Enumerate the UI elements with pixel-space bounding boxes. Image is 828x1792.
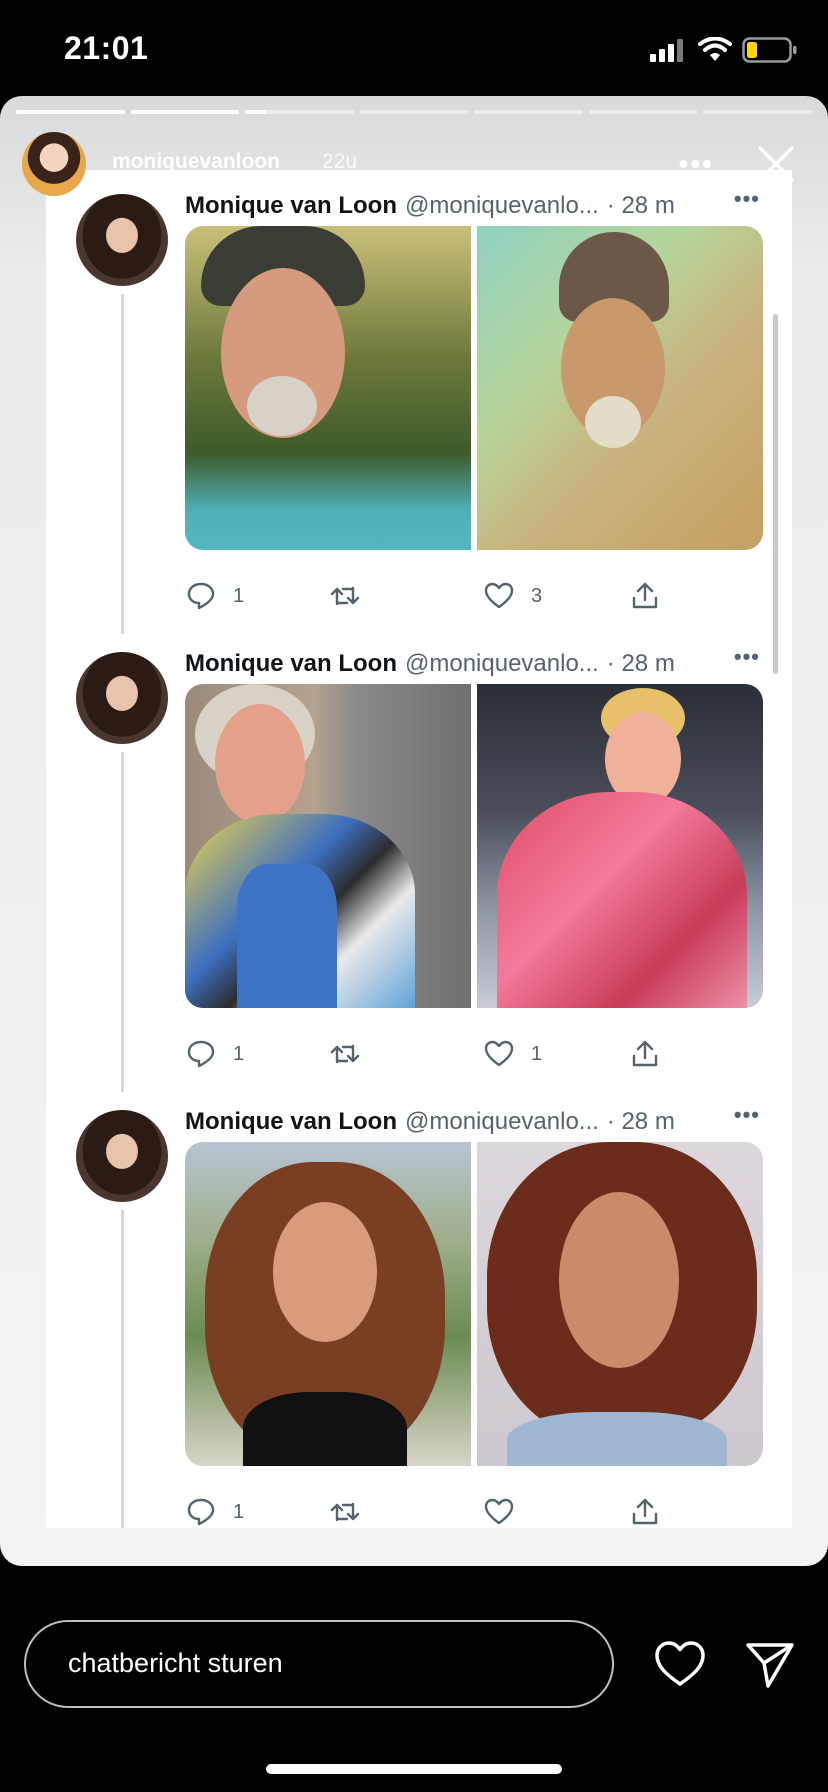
like-action[interactable]: 3 bbox=[483, 580, 542, 612]
reply-action[interactable]: 1 bbox=[185, 1496, 244, 1528]
tweet-author-name: Monique van Loon bbox=[185, 650, 397, 677]
tweet: Monique van Loon @moniquevanlo... · 28 m… bbox=[46, 1086, 792, 1544]
retweet-action[interactable] bbox=[329, 580, 377, 612]
story-progress-segment bbox=[16, 110, 125, 114]
reply-icon bbox=[187, 1040, 215, 1068]
more-options-icon: ••• bbox=[733, 644, 760, 669]
story-more-icon[interactable]: ••• bbox=[679, 148, 714, 180]
reply-action[interactable]: 1 bbox=[185, 580, 244, 612]
story-viewer[interactable]: Monique van Loon @moniquevanlo... · 28 m… bbox=[0, 96, 828, 1566]
story-header: moniquevanloon 22u ••• bbox=[22, 132, 806, 202]
story-progress-segment bbox=[245, 110, 354, 114]
retweet-action[interactable] bbox=[329, 1038, 377, 1070]
reply-count: 1 bbox=[233, 1500, 245, 1523]
tweet-media bbox=[185, 226, 763, 550]
tweet-photo bbox=[477, 1142, 763, 1466]
message-input-placeholder: chatbericht sturen bbox=[68, 1648, 283, 1678]
heart-icon bbox=[484, 1498, 514, 1525]
thread-line bbox=[121, 1210, 124, 1528]
share-icon bbox=[632, 1498, 658, 1525]
tweet-media bbox=[185, 684, 763, 1008]
story-progress-segment bbox=[703, 110, 813, 114]
retweet-icon bbox=[330, 1502, 360, 1522]
story-progress-segment bbox=[130, 110, 240, 114]
tweet-header: Monique van Loon @moniquevanlo... · 28 m bbox=[185, 650, 675, 678]
status-icons bbox=[648, 36, 798, 64]
tweet-photo bbox=[477, 226, 763, 550]
more-options-icon: ••• bbox=[733, 1102, 760, 1127]
reply-count: 1 bbox=[233, 1042, 245, 1065]
story-progress-fill bbox=[16, 110, 125, 114]
tweet-time: · 28 m bbox=[606, 650, 675, 677]
story-progress-segment bbox=[359, 110, 469, 114]
heart-icon bbox=[484, 582, 514, 609]
like-count: 3 bbox=[531, 584, 543, 607]
heart-icon bbox=[484, 1040, 514, 1067]
wifi-icon bbox=[698, 37, 732, 61]
story-progress-segment bbox=[474, 110, 583, 114]
tweet-media bbox=[185, 1142, 763, 1466]
share-icon bbox=[632, 582, 658, 609]
reply-count: 1 bbox=[233, 584, 245, 607]
tweet-photo bbox=[185, 226, 471, 550]
story-username[interactable]: moniquevanloon bbox=[112, 150, 280, 174]
tweet-photo bbox=[185, 684, 471, 1008]
tweet-actions: 1 bbox=[185, 1496, 763, 1532]
story-progress bbox=[16, 110, 813, 114]
tweet-photo bbox=[185, 1142, 471, 1466]
tweet-avatar bbox=[76, 194, 168, 286]
tweet-screenshot: Monique van Loon @moniquevanlo... · 28 m… bbox=[46, 170, 792, 1528]
share-action[interactable] bbox=[629, 1496, 661, 1528]
tweet-time: · 28 m bbox=[606, 1108, 675, 1135]
tweet-header: Monique van Loon @moniquevanlo... · 28 m bbox=[185, 1108, 675, 1136]
tweet-author-handle: @moniquevanlo... bbox=[404, 650, 599, 677]
like-count: 1 bbox=[531, 1042, 543, 1065]
send-icon[interactable] bbox=[742, 1636, 798, 1692]
retweet-action[interactable] bbox=[329, 1496, 377, 1528]
battery-icon bbox=[742, 37, 797, 63]
tweet: Monique van Loon @moniquevanlo... · 28 m… bbox=[46, 628, 792, 1092]
tweet-actions: 1 1 bbox=[185, 1038, 763, 1074]
tweet-avatar bbox=[76, 1110, 168, 1202]
tweet-actions: 1 3 bbox=[185, 580, 763, 616]
share-action[interactable] bbox=[629, 1038, 661, 1070]
thread-line bbox=[121, 752, 124, 1092]
tweet-author-name: Monique van Loon bbox=[185, 1108, 397, 1135]
retweet-icon bbox=[330, 1044, 360, 1064]
like-action[interactable] bbox=[483, 1496, 531, 1528]
tweet-author-handle: @moniquevanlo... bbox=[404, 1108, 599, 1135]
story-progress-fill bbox=[245, 110, 267, 114]
tweet-photo bbox=[477, 684, 763, 1008]
close-icon[interactable] bbox=[754, 142, 798, 186]
thread-line bbox=[121, 294, 124, 634]
story-time-ago: 22u bbox=[322, 150, 358, 173]
reply-action[interactable]: 1 bbox=[185, 1038, 244, 1070]
like-story-heart-icon[interactable] bbox=[652, 1636, 708, 1692]
signal-icon bbox=[650, 39, 683, 62]
share-action[interactable] bbox=[629, 580, 661, 612]
tweet-avatar bbox=[76, 652, 168, 744]
retweet-icon bbox=[330, 586, 360, 606]
share-icon bbox=[632, 1040, 658, 1067]
story-avatar[interactable] bbox=[22, 132, 86, 196]
story-progress-segment bbox=[588, 110, 698, 114]
reply-icon bbox=[187, 1498, 215, 1526]
tweet: Monique van Loon @moniquevanlo... · 28 m… bbox=[46, 170, 792, 634]
home-indicator[interactable] bbox=[266, 1764, 562, 1774]
story-progress-fill bbox=[130, 110, 240, 114]
status-bar: 21:01 bbox=[0, 0, 828, 96]
reply-icon bbox=[187, 582, 215, 610]
message-input[interactable]: chatbericht sturen bbox=[24, 1620, 614, 1708]
status-time: 21:01 bbox=[64, 30, 149, 66]
like-action[interactable]: 1 bbox=[483, 1038, 542, 1070]
